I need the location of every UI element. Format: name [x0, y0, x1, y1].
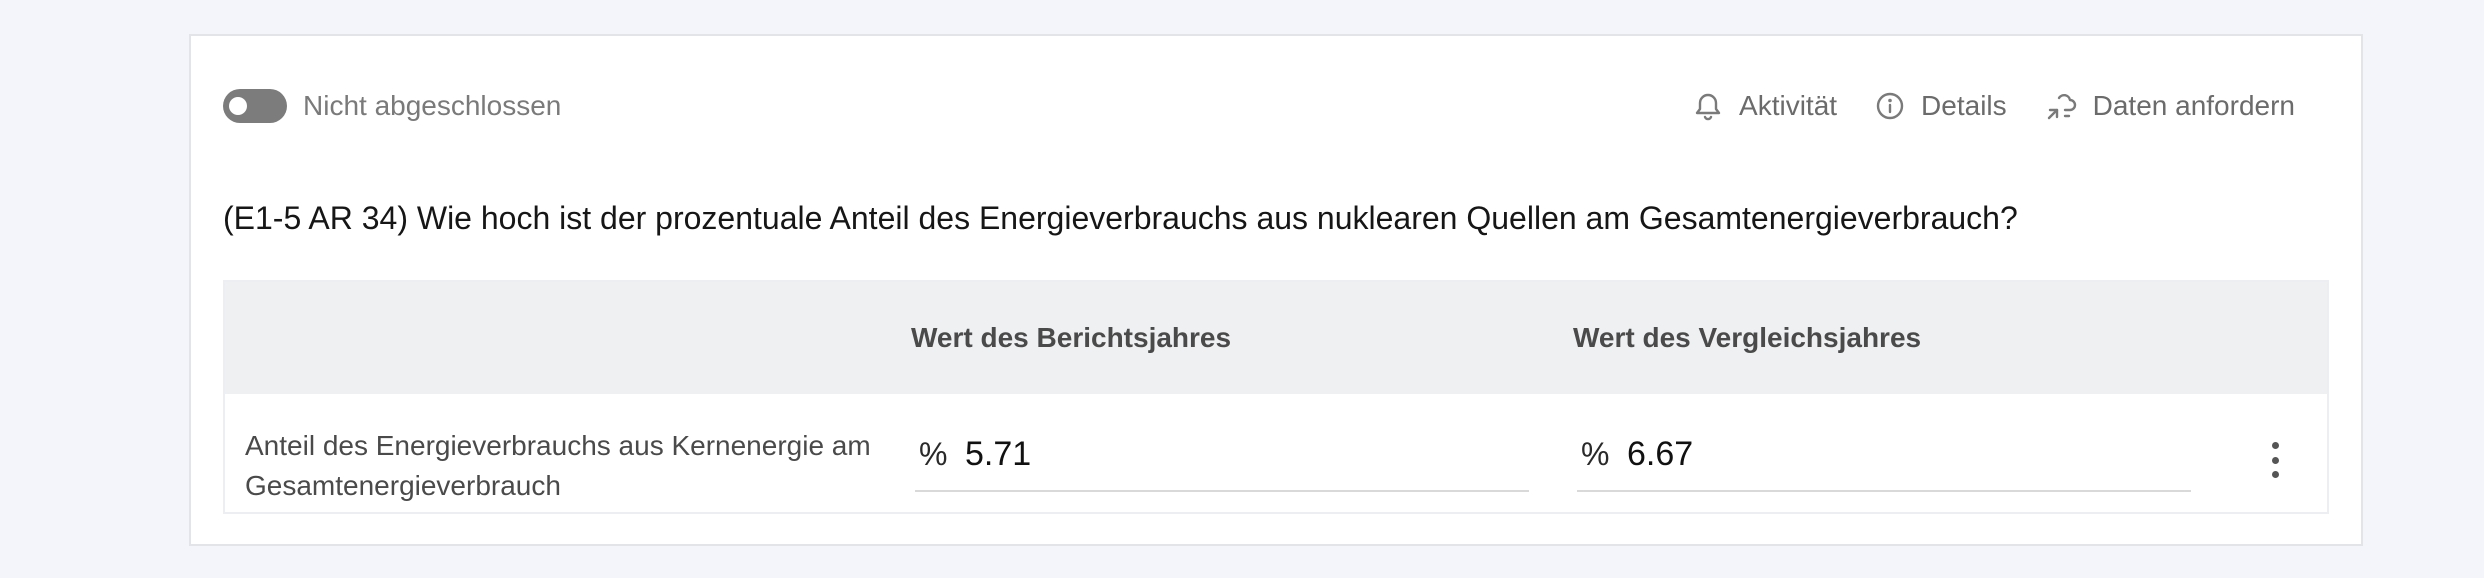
completion-status-label: Nicht abgeschlossen	[303, 90, 562, 121]
comparison-year-input[interactable]: % 6.67	[1577, 418, 2191, 492]
bell-icon	[1693, 90, 1723, 122]
reporting-year-input[interactable]: % 5.71	[915, 418, 1529, 492]
card-actions: Aktivität Details Daten anfordern	[1693, 90, 2295, 122]
dot	[2271, 456, 2279, 464]
request-data-icon	[2045, 90, 2077, 122]
info-icon	[1875, 91, 1905, 121]
details-label: Details	[1921, 90, 2007, 121]
activity-label: Aktivität	[1739, 90, 1838, 121]
reporting-year-value: 5.71	[965, 434, 1032, 473]
question-text: (E1-5 AR 34) Wie hoch ist der prozentual…	[223, 200, 2018, 236]
data-table: Wert des Berichtsjahres Wert des Verglei…	[223, 280, 2329, 514]
request-data-button[interactable]: Daten anfordern	[2045, 90, 2295, 122]
toggle-knob	[229, 97, 247, 115]
card-header: Nicht abgeschlossen Aktivität Details Da…	[223, 86, 2295, 126]
comparison-year-value: 6.67	[1627, 434, 1694, 473]
completion-toggle[interactable]: Nicht abgeschlossen	[223, 89, 561, 123]
percent-unit: %	[919, 435, 948, 472]
row-label: Anteil des Energieverbrauchs aus Kernene…	[245, 430, 871, 501]
table-header: Wert des Berichtsjahres Wert des Verglei…	[225, 282, 2327, 394]
details-button[interactable]: Details	[1875, 90, 2007, 122]
header-comparison-year: Wert des Vergleichsjahres	[1573, 322, 1922, 353]
more-vertical-icon[interactable]	[2263, 442, 2287, 478]
question-card: Nicht abgeschlossen Aktivität Details Da…	[189, 34, 2363, 546]
activity-button[interactable]: Aktivität	[1693, 90, 1837, 122]
toggle-switch[interactable]	[223, 89, 287, 123]
header-reporting-year: Wert des Berichtsjahres	[911, 322, 1232, 353]
dot	[2271, 471, 2279, 478]
percent-unit: %	[1581, 435, 1610, 472]
request-data-label: Daten anfordern	[2092, 90, 2295, 121]
dot	[2271, 442, 2279, 449]
